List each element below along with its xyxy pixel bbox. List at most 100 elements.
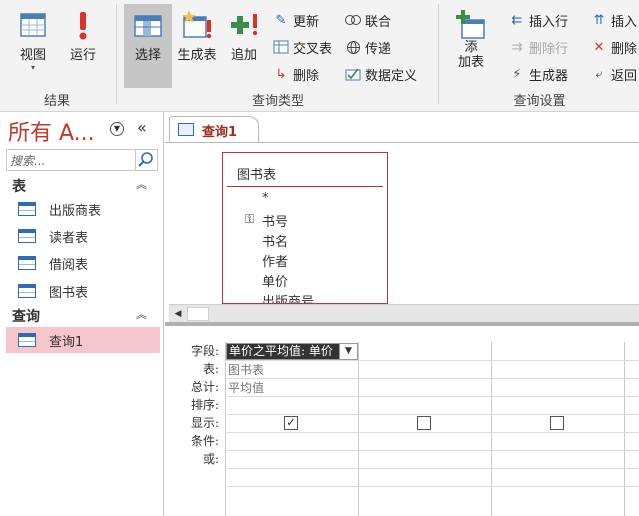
tab-label: 查询1	[202, 125, 238, 140]
field-item[interactable]: 书名	[262, 231, 288, 250]
nav-section-title: 表	[12, 179, 26, 195]
return-label: 返回	[611, 68, 638, 84]
data-definition-button[interactable]: 数据定义	[344, 63, 417, 85]
append-button[interactable]: 追加	[222, 4, 266, 88]
scroll-left-icon[interactable]: ◀	[171, 307, 185, 321]
field-item[interactable]: *	[262, 191, 269, 206]
nav-section-title: 查询	[12, 309, 40, 325]
nav-item-table[interactable]: 出版商表	[6, 196, 160, 222]
grid-row-label: 字段:	[190, 344, 219, 358]
run-label: 运行	[69, 48, 96, 63]
table-cell[interactable]: 图书表	[228, 361, 264, 378]
query-icon	[18, 333, 36, 347]
nav-search-input[interactable]: 搜索...	[6, 149, 158, 171]
add-table-button[interactable]: 添 加表	[446, 4, 496, 88]
passthrough-query-button[interactable]: 传递	[344, 36, 391, 58]
grid-row-line	[225, 468, 639, 469]
grid-row-label: 表:	[202, 362, 219, 376]
horizontal-scrollbar[interactable]: ◀	[169, 304, 639, 322]
view-button[interactable]: 视图 ▾	[8, 4, 58, 88]
update-query-button[interactable]: ✎ 更新	[272, 9, 319, 31]
crosstab-icon	[272, 39, 290, 55]
field-item[interactable]: 出版商号	[262, 291, 314, 303]
grid-row-label: 显示:	[190, 416, 219, 430]
nav-section-queries[interactable]: 查询 ︽	[0, 304, 162, 326]
insert-row-label: 插入行	[529, 14, 569, 30]
chevron-down-icon[interactable]: ▼	[110, 122, 124, 136]
search-icon[interactable]	[135, 150, 157, 170]
query-setup-group-label: 查询设置	[513, 94, 566, 109]
nav-pane-title[interactable]: 所有 A...	[8, 115, 95, 147]
make-table-label: 生成表	[177, 48, 217, 63]
divider	[165, 142, 639, 143]
delete-query-icon: ↳	[275, 66, 287, 82]
table-icon	[18, 229, 36, 243]
collapse-pane-icon[interactable]: «	[137, 118, 147, 137]
scroll-thumb[interactable]	[187, 307, 209, 321]
delete-column-button[interactable]: ✕ 删除	[590, 36, 637, 58]
delete-row-icon: ⇉	[511, 39, 523, 55]
add-table-label: 添 加表	[457, 40, 484, 70]
passthrough-label: 传递	[365, 41, 392, 57]
field-item[interactable]: 书号	[262, 211, 288, 230]
grid-row-line	[225, 378, 639, 379]
table-icon	[18, 284, 36, 298]
builder-label: 生成器	[529, 68, 569, 84]
insert-column-button[interactable]: ⇈ 插入	[590, 9, 637, 31]
delete-query-button[interactable]: ↳ 删除	[272, 63, 319, 85]
nav-item-table[interactable]: 读者表	[6, 223, 160, 249]
delete-row-label: 删除行	[529, 41, 569, 57]
field-cell[interactable]: 单价之平均值: 单价 ▼	[226, 343, 358, 360]
nav-section-tables[interactable]: 表 ︽	[0, 174, 162, 196]
data-definition-label: 数据定义	[365, 68, 418, 84]
show-checkbox[interactable]: ✓	[284, 416, 298, 430]
delete-column-label: 删除	[611, 41, 638, 57]
field-cell-value[interactable]: 单价之平均值: 单价	[227, 344, 339, 359]
select-query-label: 选择	[134, 48, 161, 63]
field-item[interactable]: 单价	[262, 271, 288, 290]
grid-row-label: 总计:	[190, 380, 219, 394]
select-query-icon	[131, 8, 165, 42]
delete-row-button[interactable]: ⇉ 删除行	[508, 36, 568, 58]
grid-row-line	[225, 432, 639, 433]
nav-item-table[interactable]: 借阅表	[6, 250, 160, 276]
delete-column-icon: ✕	[593, 39, 605, 55]
make-table-button[interactable]: 生成表	[174, 4, 220, 88]
chevron-up-icon: ︽	[136, 308, 147, 321]
grid-row-line	[225, 450, 639, 451]
make-table-icon	[180, 8, 214, 42]
group-separator	[438, 4, 439, 104]
run-icon	[66, 8, 100, 42]
builder-button[interactable]: ⚡ 生成器	[508, 63, 568, 85]
field-list-header[interactable]: 图书表	[227, 153, 383, 187]
chevron-down-icon[interactable]: ▼	[339, 344, 357, 359]
nav-item-label: 借阅表	[49, 257, 89, 273]
field-item[interactable]: 作者	[262, 251, 288, 270]
view-icon	[16, 8, 50, 42]
crosstab-query-button[interactable]: 交叉表	[272, 36, 332, 58]
key-icon: ⚿	[245, 212, 255, 226]
nav-item-label: 读者表	[49, 230, 89, 246]
query-type-group-label: 查询类型	[251, 94, 304, 109]
total-cell[interactable]: 平均值	[228, 379, 264, 396]
navigation-pane: 所有 A... ▼ « 搜索... 表 ︽ 出版商表 读者表 借阅表 图书表 查…	[0, 112, 164, 516]
insert-row-button[interactable]: ⇇ 插入行	[508, 9, 568, 31]
grid-column-divider	[624, 342, 625, 516]
show-checkbox[interactable]	[550, 416, 564, 430]
show-checkbox[interactable]	[417, 416, 431, 430]
grid-row-label: 或:	[202, 452, 219, 466]
run-button[interactable]: 运行	[60, 4, 106, 88]
field-list-title: 图书表	[237, 168, 277, 183]
grid-row-line	[225, 486, 639, 487]
select-query-button[interactable]: 选择	[124, 4, 172, 88]
union-query-button[interactable]: 联合	[344, 9, 391, 31]
table-icon	[18, 256, 36, 270]
nav-item-table[interactable]: 图书表	[6, 278, 160, 304]
ribbon: 视图 ▾ 运行 结果 选择 生成表 追加 ✎ 更新 交叉表 ↳ 删除 联合 传递…	[0, 0, 639, 112]
return-button[interactable]: ⤶ 返回	[590, 63, 637, 85]
insert-column-icon: ⇈	[593, 12, 605, 28]
field-list-table[interactable]: 图书表 * ⚿ 书号 书名 作者 单价 出版商号	[222, 152, 388, 304]
tab-query1[interactable]: 查询1	[169, 116, 259, 142]
grid-row-line	[225, 360, 639, 361]
nav-item-query[interactable]: 查询1	[6, 327, 160, 353]
